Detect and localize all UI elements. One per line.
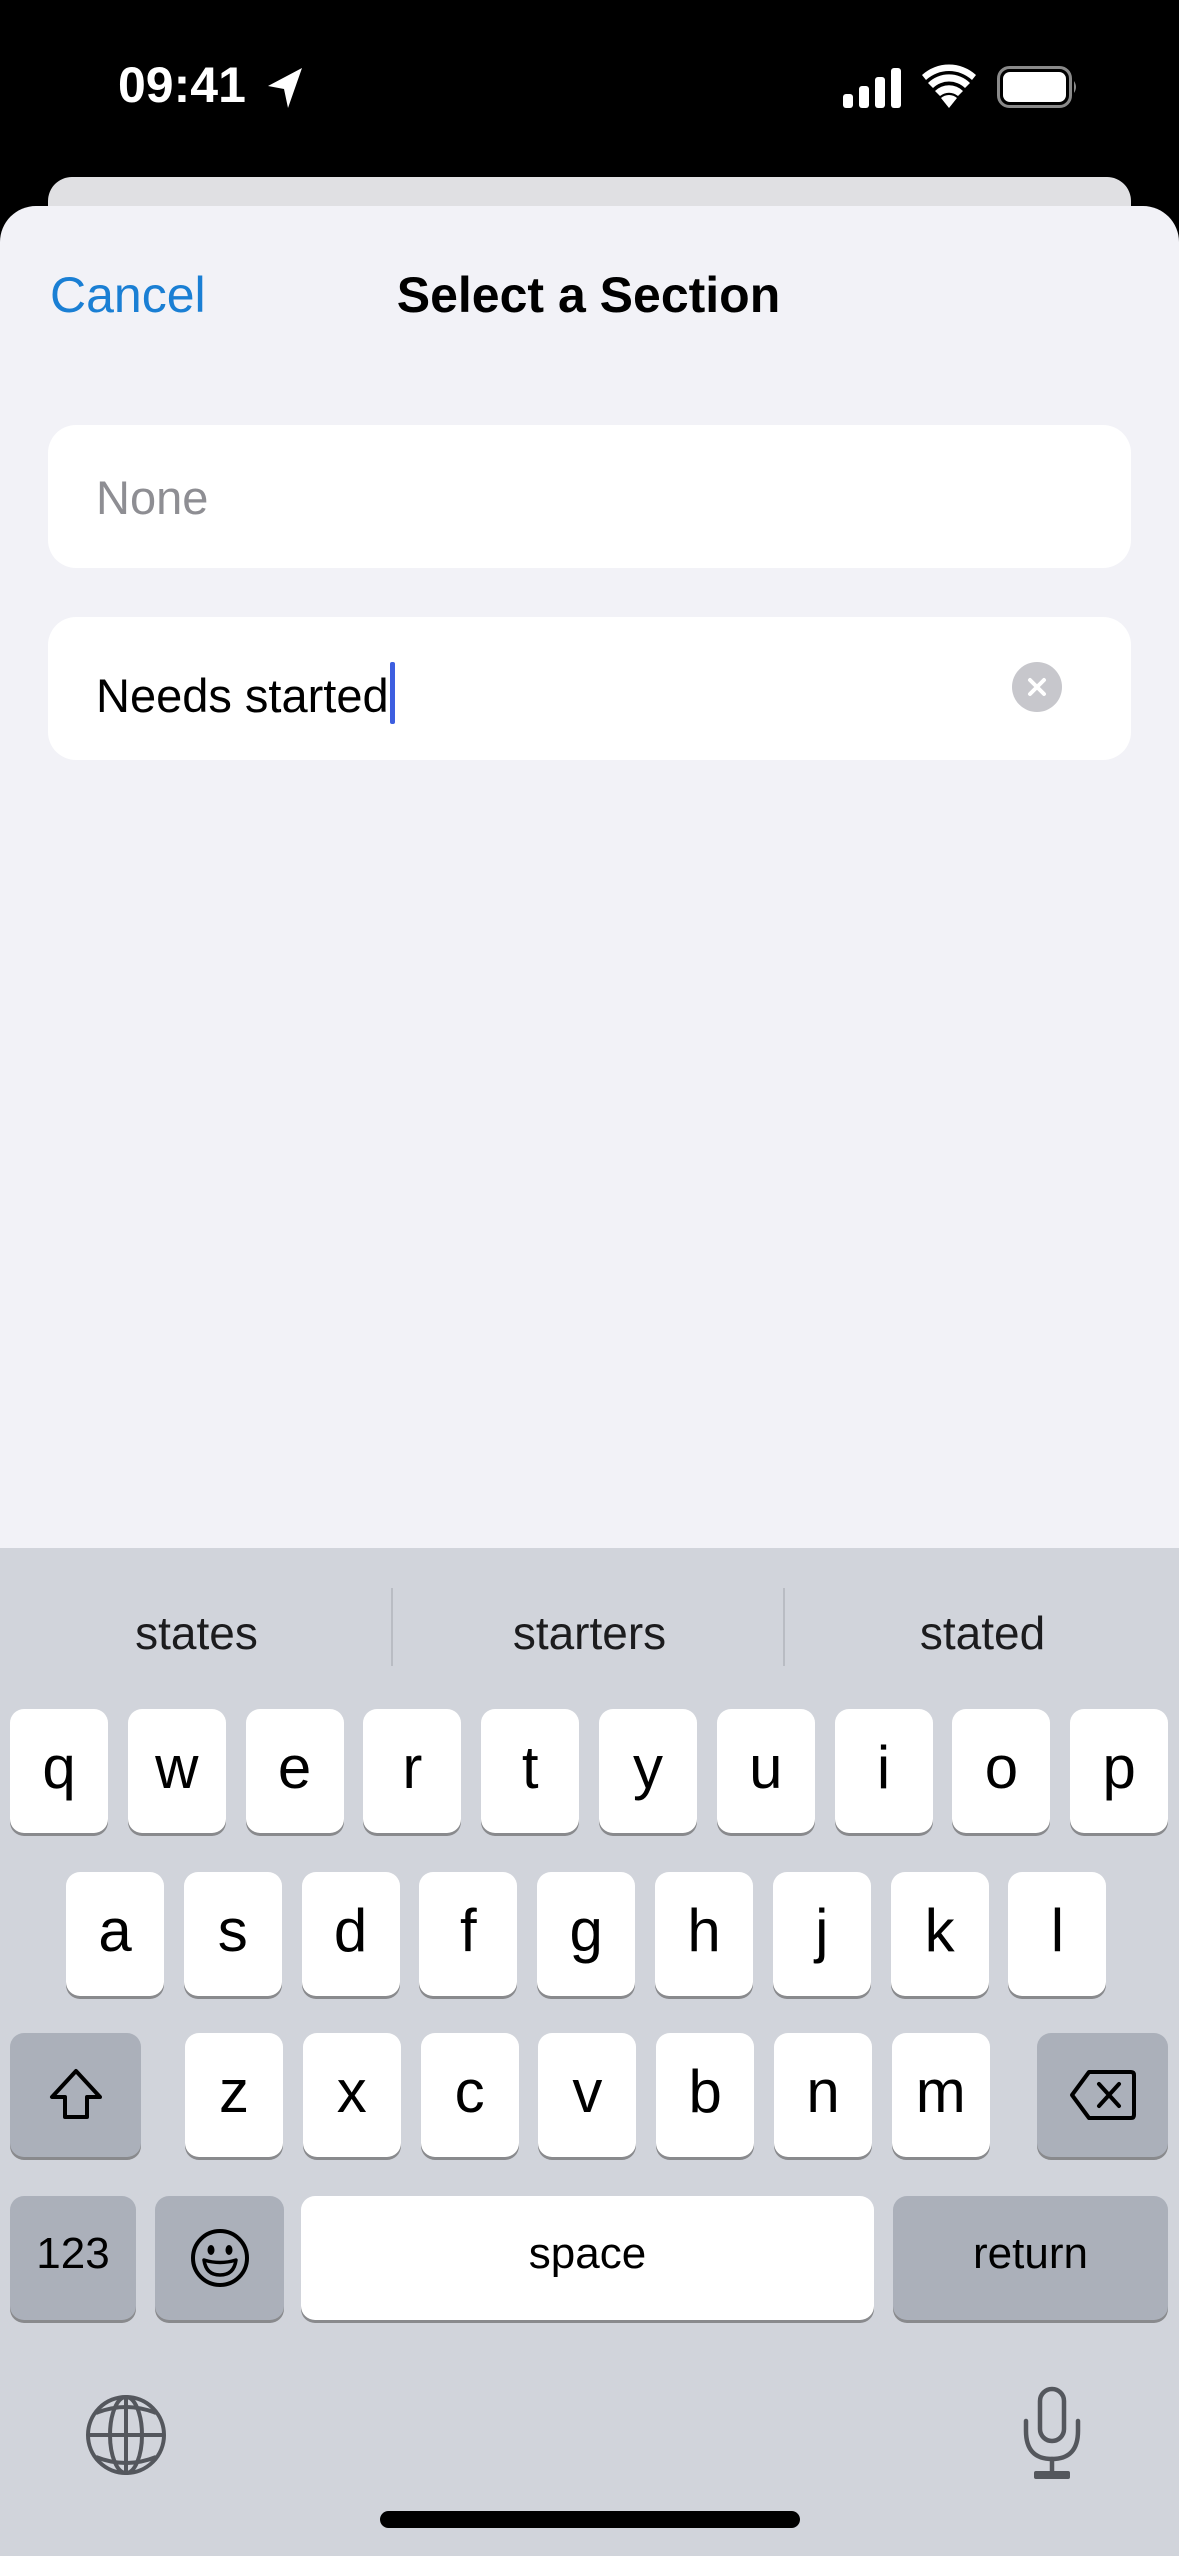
key-h[interactable]: h: [655, 1872, 753, 1996]
suggestion-2[interactable]: starters: [393, 1606, 786, 1660]
key-label: s: [217, 1896, 248, 1964]
home-indicator[interactable]: [380, 2511, 800, 2528]
key-i[interactable]: i: [834, 1709, 933, 1833]
key-m[interactable]: m: [891, 2033, 990, 2157]
key-label: p: [1102, 1733, 1136, 1801]
return-key[interactable]: return: [893, 2196, 1168, 2320]
key-q[interactable]: q: [10, 1709, 108, 1833]
clear-text-button[interactable]: [1012, 662, 1062, 712]
key-b[interactable]: b: [656, 2033, 755, 2157]
key-label: e: [277, 1733, 312, 1801]
shift-key[interactable]: [10, 2033, 141, 2157]
key-j[interactable]: j: [772, 1872, 871, 1996]
suggestion-1[interactable]: states: [0, 1606, 393, 1660]
cellular-signal-icon: [843, 68, 901, 108]
key-label: g: [569, 1896, 603, 1964]
location-arrow-icon: [268, 68, 302, 108]
status-bar: 09:41: [0, 0, 1179, 170]
return-key-label: return: [973, 2229, 1088, 2278]
key-y[interactable]: y: [599, 1709, 697, 1833]
text-caret: [389, 662, 395, 724]
numbers-key[interactable]: 123: [10, 2196, 136, 2320]
space-key[interactable]: space: [301, 2196, 874, 2320]
battery-icon: [997, 66, 1076, 108]
delete-backward-icon: [1069, 2070, 1136, 2120]
key-l[interactable]: l: [1008, 1872, 1107, 1996]
microphone-icon[interactable]: [1012, 2385, 1092, 2481]
key-g[interactable]: g: [537, 1872, 636, 1996]
key-label: v: [572, 2057, 603, 2125]
key-label: k: [924, 1896, 955, 1964]
key-s[interactable]: s: [183, 1872, 282, 1996]
key-label: w: [155, 1733, 199, 1801]
key-label: x: [336, 2057, 367, 2125]
key-label: m: [915, 2057, 966, 2125]
keyboard: states starters stated q w e r t y u i o p a s d f g h…: [0, 1548, 1179, 2556]
key-label: f: [460, 1896, 477, 1964]
emoji-key[interactable]: [155, 2196, 284, 2320]
select-section-sheet: Cancel Select a Section None Needs start…: [0, 206, 1179, 1606]
key-label: l: [1050, 1896, 1065, 1964]
key-u[interactable]: u: [716, 1709, 815, 1833]
key-label: d: [333, 1896, 368, 1964]
key-a[interactable]: a: [66, 1872, 164, 1996]
key-label: a: [98, 1896, 132, 1964]
emoji-smiley-icon: [190, 2229, 249, 2287]
key-p[interactable]: p: [1070, 1709, 1169, 1833]
sheet-title-text: Select a Section: [396, 267, 781, 323]
globe-icon[interactable]: [84, 2393, 168, 2477]
key-e[interactable]: e: [245, 1709, 344, 1833]
key-label: t: [521, 1733, 539, 1801]
key-v[interactable]: v: [538, 2033, 637, 2157]
key-t[interactable]: t: [481, 1709, 580, 1833]
wifi-icon: [922, 64, 976, 108]
space-key-label: space: [528, 2229, 647, 2278]
delete-key[interactable]: [1037, 2033, 1168, 2157]
shift-icon: [49, 2069, 102, 2119]
section-option-none[interactable]: None: [48, 425, 1131, 568]
key-label: i: [876, 1733, 891, 1801]
status-time: 09:41: [118, 57, 246, 113]
key-label: z: [219, 2057, 249, 2125]
key-w[interactable]: w: [127, 1709, 226, 1833]
key-label: b: [688, 2057, 722, 2125]
key-label: h: [687, 1896, 721, 1964]
sheet-title: Select a Section: [0, 266, 1179, 324]
key-k[interactable]: k: [890, 1872, 989, 1996]
key-label: o: [984, 1733, 1019, 1801]
key-d[interactable]: d: [301, 1872, 400, 1996]
none-placeholder: None: [96, 471, 209, 524]
section-name-input[interactable]: Needs started: [48, 617, 1131, 760]
key-label: u: [749, 1733, 783, 1801]
key-o[interactable]: o: [952, 1709, 1051, 1833]
key-label: y: [633, 1733, 663, 1801]
key-n[interactable]: n: [774, 2033, 872, 2157]
clear-circle-icon: [1028, 678, 1046, 696]
numbers-key-label: 123: [36, 2229, 110, 2278]
key-f[interactable]: f: [419, 1872, 518, 1996]
key-z[interactable]: z: [185, 2033, 283, 2157]
key-c[interactable]: c: [420, 2033, 519, 2157]
key-label: n: [806, 2057, 840, 2125]
suggestion-3[interactable]: stated: [786, 1606, 1179, 1660]
key-label: j: [815, 1896, 829, 1964]
suggestion-divider: [783, 1588, 785, 1666]
key-label: c: [454, 2057, 485, 2125]
key-label: r: [402, 1733, 423, 1801]
key-label: q: [42, 1733, 76, 1801]
input-text: Needs started: [96, 669, 389, 722]
section-name-value[interactable]: Needs started: [96, 662, 395, 724]
key-r[interactable]: r: [363, 1709, 462, 1833]
key-x[interactable]: x: [302, 2033, 401, 2157]
